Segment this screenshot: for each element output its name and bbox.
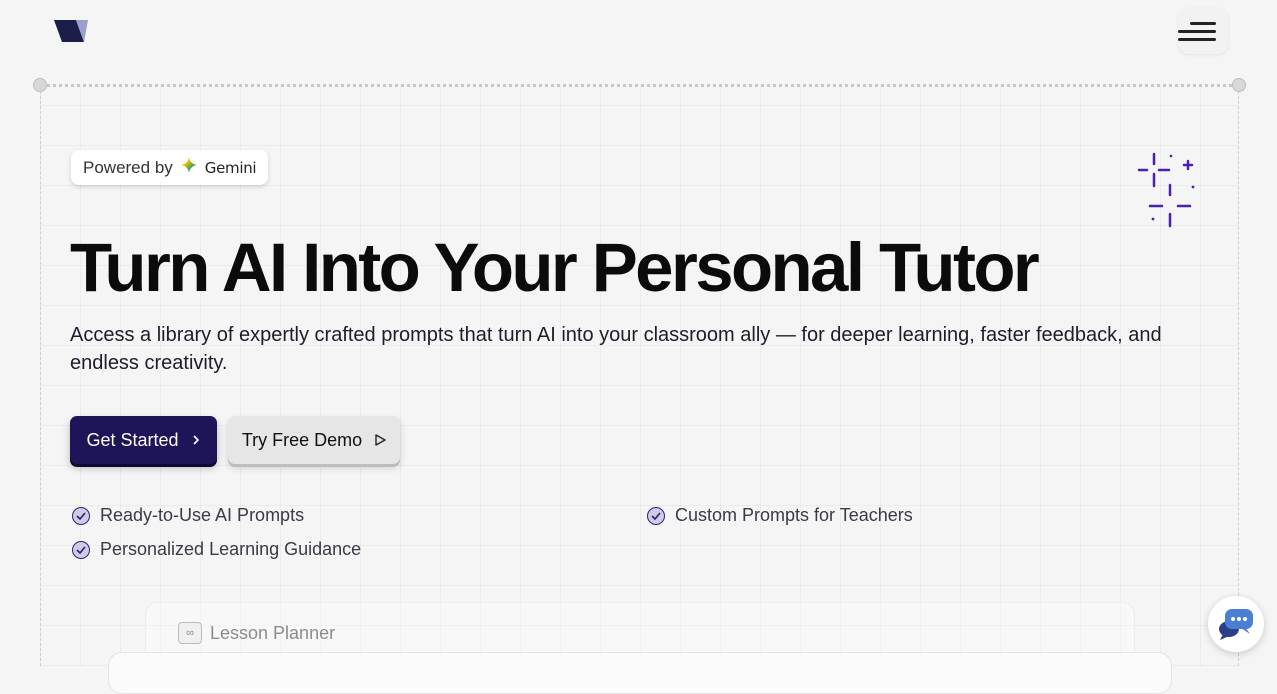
try-free-demo-button[interactable]: Try Free Demo — [228, 416, 400, 464]
gemini-star-icon — [180, 157, 197, 178]
gemini-brand-label: Gemini — [204, 158, 257, 177]
hero-title: Turn AI Into Your Personal Tutor — [70, 229, 1040, 306]
feature-label: Personalized Learning Guidance — [100, 539, 362, 559]
sparkle-decoration-icon — [1136, 152, 1198, 230]
lesson-planner-tab[interactable]: ∞ Lesson Planner — [178, 622, 335, 644]
get-started-label: Get Started — [86, 429, 179, 450]
chat-bubble-icon[interactable] — [1208, 596, 1264, 652]
feature-item: Custom Prompts for Teachers — [647, 505, 913, 526]
powered-by-badge: Powered by Gemini — [71, 150, 269, 185]
hamburger-menu-icon[interactable] — [1178, 8, 1228, 54]
check-circle-icon — [72, 540, 90, 559]
guide-line-right — [1238, 86, 1239, 666]
feature-item: Personalized Learning Guidance — [72, 539, 361, 560]
play-icon — [374, 430, 386, 451]
hero-subtitle: Access a library of expertly crafted pro… — [70, 324, 1162, 374]
lesson-planner-label: Lesson Planner — [210, 622, 336, 643]
brand-logo-icon[interactable] — [54, 18, 90, 44]
feature-label: Custom Prompts for Teachers — [675, 505, 913, 525]
chevron-right-icon — [191, 430, 201, 451]
feature-item: Ready-to-Use AI Prompts — [72, 505, 304, 526]
check-circle-icon — [72, 506, 90, 525]
check-circle-icon — [647, 506, 665, 525]
lesson-planner-icon: ∞ — [178, 622, 202, 644]
feature-label: Ready-to-Use AI Prompts — [100, 505, 305, 525]
preview-panel — [108, 652, 1172, 694]
powered-by-label: Powered by — [83, 157, 173, 177]
try-free-demo-label: Try Free Demo — [241, 429, 363, 450]
guide-line-left — [40, 86, 41, 666]
guide-dot-right — [1232, 78, 1246, 92]
guide-line-top — [40, 84, 1238, 87]
get-started-button[interactable]: Get Started — [70, 416, 217, 464]
guide-dot-left — [33, 78, 47, 92]
